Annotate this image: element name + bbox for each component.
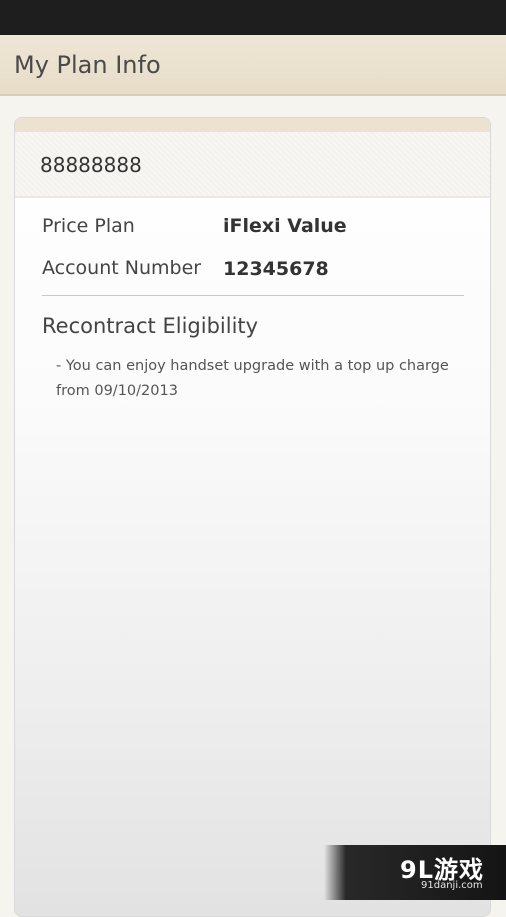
status-bar	[0, 0, 506, 35]
recontract-eligibility-message: - You can enjoy handset upgrade with a t…	[56, 358, 449, 399]
price-plan-value: iFlexi Value	[223, 215, 347, 237]
card-top-strip	[15, 118, 490, 132]
divider	[42, 295, 464, 296]
account-number-value: 12345678	[223, 258, 329, 280]
watermark-url: 91danji.com	[421, 880, 483, 891]
card-header: 88888888	[15, 132, 490, 198]
action-bar: My Plan Info	[0, 35, 506, 96]
page-title: My Plan Info	[14, 51, 161, 79]
plan-info-card: 88888888 Price Plan iFlexi Value Account…	[14, 117, 491, 917]
recontract-eligibility-title: Recontract Eligibility	[42, 314, 259, 338]
phone-number: 88888888	[40, 153, 142, 177]
account-number-label: Account Number	[42, 257, 202, 279]
price-plan-label: Price Plan	[42, 215, 135, 237]
